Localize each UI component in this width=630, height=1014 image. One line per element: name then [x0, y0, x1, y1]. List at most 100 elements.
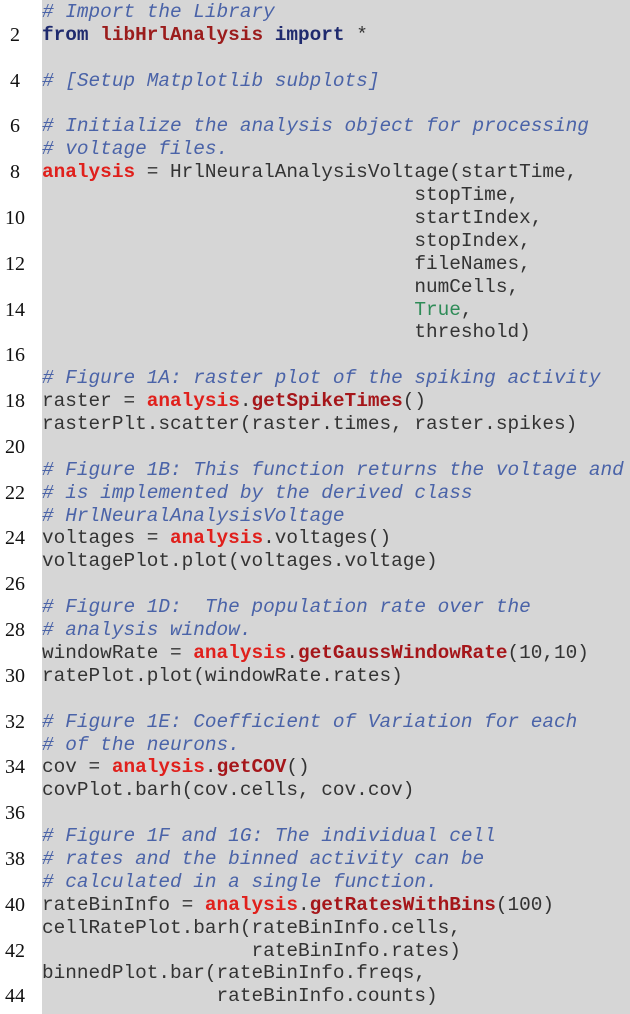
- keyword-token: from: [42, 23, 101, 46]
- code-line: 42 rateBinInfo.rates): [0, 940, 630, 963]
- code-text: # Figure 1F and 1G: The individual cell: [42, 825, 496, 848]
- comment-token: # voltage files.: [42, 138, 229, 161]
- comment-token: # Figure 1B: This function returns the v…: [42, 458, 624, 481]
- code-text: fileNames,: [42, 253, 530, 276]
- code-text: windowRate = analysis.getGaussWindowRate…: [42, 642, 589, 665]
- code-line: # voltage files.: [0, 138, 630, 161]
- plain-code-token: binnedPlot.bar(rateBinInfo.freqs,: [42, 962, 426, 985]
- code-line: 34 cov = analysis.getCOV(): [0, 756, 630, 779]
- comment-token: # [Setup Matplotlib subplots]: [42, 69, 380, 92]
- plain-code-token: = HrlNeuralAnalysisVoltage(startTime,: [135, 161, 578, 184]
- code-line: stopTime,: [0, 184, 630, 207]
- plain-code-token: raster =: [42, 390, 147, 413]
- code-text: startIndex,: [42, 207, 542, 230]
- code-line: 6 # Initialize the analysis object for pr…: [0, 115, 630, 138]
- code-text: raster = analysis.getSpikeTimes(): [42, 390, 426, 413]
- comment-token: # analysis window.: [42, 619, 252, 642]
- code-text: binnedPlot.bar(rateBinInfo.freqs,: [42, 962, 426, 985]
- plain-code-token: (10,10): [507, 641, 589, 664]
- line-number: 22: [5, 481, 25, 504]
- line-number: 12: [5, 252, 25, 275]
- keyword-token: import: [263, 23, 345, 46]
- code-line: 44 rateBinInfo.counts): [0, 985, 630, 1008]
- code-line: # calculated in a single function.: [0, 871, 630, 894]
- plain-code-token: cov =: [42, 756, 112, 779]
- code-text: threshold): [42, 321, 530, 344]
- plain-code-token: numCells,: [42, 275, 520, 298]
- line-number: 2: [10, 23, 20, 46]
- code-line: voltagePlot.plot(voltages.voltage): [0, 550, 630, 573]
- code-text: voltages = analysis.voltages(): [42, 527, 391, 550]
- plain-code-token: .: [298, 893, 310, 916]
- comment-token: # Figure 1F and 1G: The individual cell: [42, 825, 496, 848]
- line-number: 38: [5, 847, 25, 870]
- plain-code-token: ratePlot.plot(windowRate.rates): [42, 664, 403, 687]
- code-text: # Figure 1E: Coefficient of Variation fo…: [42, 711, 577, 734]
- method-name-token: getCOV: [216, 756, 287, 779]
- plain-code-token: cellRatePlot.barh(rateBinInfo.cells,: [42, 916, 461, 939]
- line-number: 42: [5, 939, 25, 962]
- code-line: 20: [0, 436, 630, 459]
- code-text: # voltage files.: [42, 138, 228, 161]
- line-number: 28: [5, 619, 25, 642]
- code-line: 16: [0, 344, 630, 367]
- code-text: # rates and the binned activity can be: [42, 848, 484, 871]
- object-name-token: analysis: [111, 756, 205, 779]
- code-line: 10 startIndex,: [0, 207, 630, 230]
- plain-code-token: startIndex,: [42, 207, 543, 230]
- comment-token: # of the neurons.: [42, 733, 240, 756]
- code-line: covPlot.barh(cov.cells, cov.cov): [0, 779, 630, 802]
- plain-code-token: windowRate =: [42, 641, 194, 664]
- object-name-token: analysis: [204, 893, 299, 916]
- code-text: stopTime,: [42, 184, 519, 207]
- code-text: # is implemented by the derived class: [42, 482, 473, 505]
- code-text: # Figure 1D: The population rate over th…: [42, 596, 531, 619]
- plain-code-token: .: [239, 390, 252, 413]
- code-text: rateBinInfo = analysis.getRatesWithBins(…: [42, 894, 554, 917]
- method-name-token: getSpikeTimes: [251, 390, 403, 413]
- code-text: # calculated in a single function.: [42, 871, 438, 894]
- line-number: 14: [5, 298, 25, 321]
- code-line: 40 rateBinInfo = analysis.getRatesWithBin…: [0, 894, 630, 917]
- code-line: 30 ratePlot.plot(windowRate.rates): [0, 665, 630, 688]
- line-number: 24: [5, 527, 25, 550]
- line-number: 16: [5, 344, 25, 367]
- plain-code-token: stopIndex,: [42, 229, 531, 252]
- code-line: 32 # Figure 1E: Coefficient of Variation …: [0, 711, 630, 734]
- line-number: 30: [5, 664, 25, 687]
- plain-code-token: ,: [460, 298, 473, 321]
- code-line: binnedPlot.bar(rateBinInfo.freqs,: [0, 962, 630, 985]
- code-line: threshold): [0, 321, 630, 344]
- code-line: # Figure 1B: This function returns the v…: [0, 459, 630, 482]
- code-text: # Initialize the analysis object for pro…: [42, 115, 589, 138]
- code-line: cellRatePlot.barh(rateBinInfo.cells,: [0, 917, 630, 940]
- comment-token: # HrlNeuralAnalysisVoltage: [42, 504, 345, 527]
- object-name-token: analysis: [193, 641, 287, 664]
- line-number: 18: [5, 390, 25, 413]
- code-text: # Figure 1A: raster plot of the spiking …: [42, 367, 601, 390]
- code-text: # of the neurons.: [42, 734, 240, 757]
- plain-code-token: rateBinInfo.rates): [42, 939, 461, 962]
- line-number: 8: [10, 161, 20, 184]
- code-line: # Import the Library: [0, 1, 630, 24]
- code-line: windowRate = analysis.getGaussWindowRate…: [0, 642, 630, 665]
- plain-code-token: stopTime,: [42, 184, 520, 207]
- plain-code-token: covPlot.barh(cov.cells, cov.cov): [42, 779, 415, 802]
- code-line: 38 # rates and the binned activity can be: [0, 848, 630, 871]
- comment-token: # is implemented by the derived class: [42, 481, 473, 504]
- code-line: numCells,: [0, 276, 630, 299]
- method-name-token: getRatesWithBins: [309, 893, 496, 916]
- code-line: # of the neurons.: [0, 734, 630, 757]
- code-text: # Import the Library: [42, 1, 275, 24]
- comment-token: # Figure 1D: The population rate over th…: [42, 596, 531, 619]
- code-line: 26: [0, 573, 630, 596]
- line-number: 44: [5, 985, 25, 1008]
- code-text: # [Setup Matplotlib subplots]: [42, 70, 379, 93]
- code-text: ratePlot.plot(windowRate.rates): [42, 665, 403, 688]
- line-number: 40: [5, 893, 25, 916]
- line-number: 26: [5, 573, 25, 596]
- plain-code-token: .voltages(): [263, 527, 392, 550]
- comment-token: # Initialize the analysis object for pro…: [42, 115, 589, 138]
- line-number: 4: [10, 69, 20, 92]
